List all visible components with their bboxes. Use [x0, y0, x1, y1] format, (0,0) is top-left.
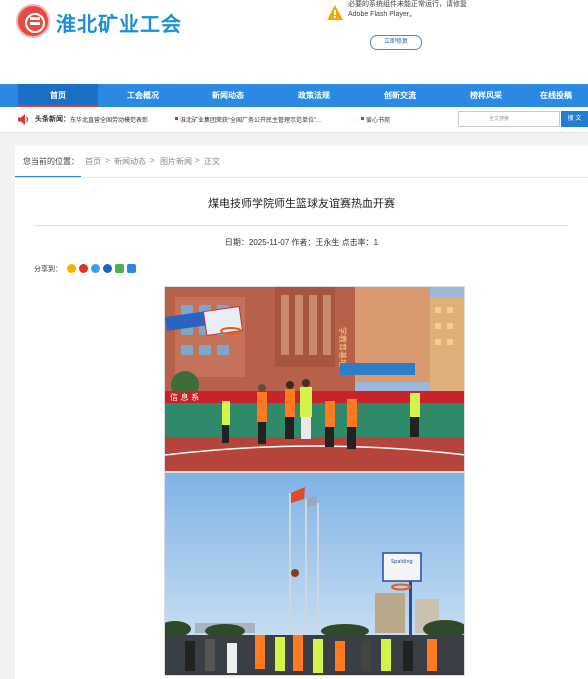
favorite-share-icon[interactable]	[67, 264, 76, 273]
flash-notice: 必要的系统组件未能正常运行，请修复 Adobe Flash Player。 立即…	[312, 0, 480, 58]
building-sign: 学教育基地	[338, 327, 348, 367]
speaker-icon	[18, 114, 29, 125]
headline-label: 头条新闻：	[35, 116, 70, 123]
breadcrumb-news[interactable]: 新闻动态	[114, 156, 146, 167]
breadcrumb-separator: >	[150, 156, 155, 165]
breadcrumb-separator: >	[105, 156, 110, 165]
breadcrumb-divider	[15, 177, 588, 178]
union-logo-icon[interactable]	[16, 4, 50, 38]
site-header: 淮北矿业工会 必要的系统组件未能正常运行，请修复 Adobe Flash Pla…	[0, 0, 588, 84]
nav-item-union-overview[interactable]: 工会概况	[103, 84, 183, 107]
title-divider	[35, 225, 568, 226]
share-label: 分享到：	[34, 266, 62, 273]
headline-item[interactable]: 东华北直营全国劳动模范表彰	[70, 115, 148, 124]
nav-item-online-submission[interactable]: 在线投稿	[540, 84, 588, 107]
article-photo-2: Spalding	[164, 472, 465, 676]
article-photo-1: 学教育基地 信 息 系	[164, 286, 465, 472]
breadcrumb-separator: >	[195, 156, 200, 165]
breadcrumb-current: 正文	[204, 157, 220, 166]
nav-item-innovation[interactable]: 创新交流	[360, 84, 440, 107]
nav-item-role-models[interactable]: 榜样风采	[446, 84, 526, 107]
bullet-icon	[175, 117, 178, 120]
bullet-icon	[361, 117, 364, 120]
flash-notice-text: 必要的系统组件未能正常运行，请修复 Adobe Flash Player。	[348, 1, 467, 18]
headline-item[interactable]: 淮北矿业集团荣获“全国厂务公开民主管理示范单位”...	[180, 115, 321, 124]
warning-icon	[327, 5, 343, 20]
flash-fix-button[interactable]: 立即修复	[370, 35, 422, 50]
article-panel: 您当前的位置： 首页 > 新闻动态 > 图片新闻 > 正文 煤电技师学院师生篮球…	[15, 145, 588, 679]
site-title[interactable]: 淮北矿业工会	[56, 8, 182, 37]
nav-item-news[interactable]: 新闻动态	[188, 84, 268, 107]
more-share-icon[interactable]	[127, 264, 136, 273]
weibo-share-icon[interactable]	[79, 264, 88, 273]
renren-share-icon[interactable]	[103, 264, 112, 273]
qzone-share-icon[interactable]	[91, 264, 100, 273]
search-button[interactable]: 搜 文	[561, 111, 588, 127]
wechat-share-icon[interactable]	[115, 264, 124, 273]
main-nav: 首页 工会概况 新闻动态 政策法规 创新交流 榜样风采 在线投稿	[0, 84, 588, 107]
banner-text: 信 息 系	[170, 392, 199, 402]
backboard-sign: Spalding	[391, 559, 413, 565]
headline-item[interactable]: 爱心书苑	[366, 115, 390, 124]
breadcrumb-label: 您当前的位置：	[23, 157, 79, 166]
breadcrumb-home[interactable]: 首页	[85, 156, 101, 167]
article-meta: 日期：2025-11-07 作者：王永生 点击率：1	[224, 238, 379, 247]
article-title: 煤电技师学院师生篮球友谊赛热血开赛	[208, 198, 395, 210]
nav-item-home[interactable]: 首页	[18, 84, 98, 107]
nav-item-policies[interactable]: 政策法规	[274, 84, 354, 107]
search-input[interactable]: 全文搜索	[458, 111, 560, 127]
breadcrumb-photo-news[interactable]: 图片新闻	[160, 156, 192, 167]
